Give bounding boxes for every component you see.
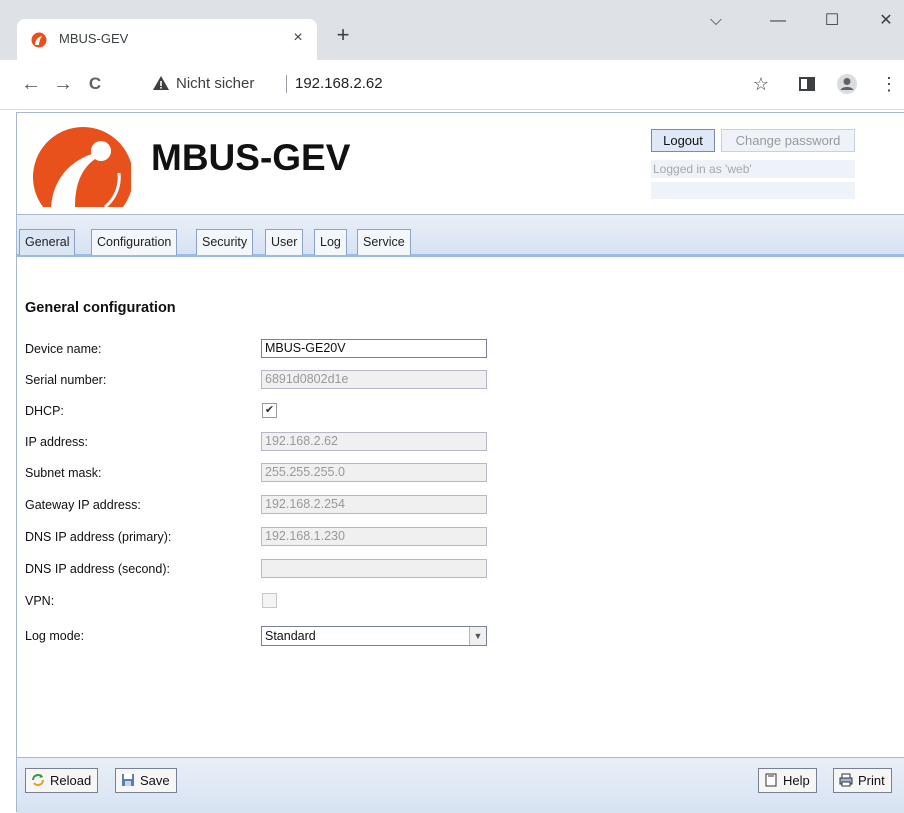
dns-second-label: DNS IP address (second): <box>25 562 170 576</box>
site-favicon-icon <box>31 32 47 48</box>
section-title: General configuration <box>25 300 176 316</box>
window-close-icon[interactable]: ✕ <box>876 11 896 31</box>
gateway-label: Gateway IP address: <box>25 498 141 512</box>
ip-address-field: 192.168.2.62 <box>261 432 487 451</box>
tab-search-icon[interactable]: ⌵ <box>706 11 726 31</box>
tab-configuration[interactable]: Configuration <box>91 229 178 255</box>
tab-user[interactable]: User <box>265 229 304 255</box>
back-icon[interactable]: ← <box>19 72 43 96</box>
print-button[interactable]: Print <box>833 768 892 793</box>
page-footer: Reload Save Help Print <box>17 757 904 813</box>
forward-icon[interactable]: → <box>51 72 75 96</box>
bookmark-star-icon[interactable]: ☆ <box>750 73 772 95</box>
dhcp-checkbox[interactable]: ✔ <box>262 403 277 418</box>
close-tab-icon[interactable]: × <box>287 27 309 49</box>
minimize-icon[interactable]: — <box>768 11 788 31</box>
change-password-button[interactable]: Change password <box>721 129 855 152</box>
device-name-label: Device name: <box>25 342 102 356</box>
tab-general[interactable]: General <box>19 229 76 255</box>
log-mode-select[interactable]: Standard ▼ <box>261 626 487 646</box>
brand-logo-icon <box>33 127 131 209</box>
help-document-icon <box>765 773 777 787</box>
browser-menu-icon[interactable]: ⋮ <box>878 73 900 95</box>
vpn-label: VPN: <box>25 594 55 608</box>
subnet-mask-field: 255.255.255.0 <box>261 463 487 482</box>
vpn-checkbox <box>262 593 277 608</box>
side-panel-icon[interactable] <box>796 73 818 95</box>
refresh-icon <box>32 774 44 786</box>
new-tab-icon[interactable]: + <box>332 24 354 46</box>
maximize-icon[interactable]: ☐ <box>822 11 842 31</box>
reload-icon[interactable]: C <box>83 72 107 96</box>
dropdown-arrow-icon[interactable]: ▼ <box>469 627 486 645</box>
help-label: Help <box>783 773 810 788</box>
general-config-panel: General configuration Device name: MBUS-… <box>17 257 904 757</box>
address-divider <box>286 75 287 93</box>
help-button[interactable]: Help <box>758 768 817 793</box>
address-bar[interactable]: Nicht sicher 192.168.2.62 <box>148 67 738 101</box>
tab-title: MBUS-GEV <box>59 31 129 46</box>
subnet-mask-label: Subnet mask: <box>25 466 102 480</box>
log-mode-value: Standard <box>265 629 316 643</box>
floppy-disk-icon <box>122 774 134 786</box>
security-label[interactable]: Nicht sicher <box>176 75 254 92</box>
status-bar-empty <box>651 182 855 199</box>
profile-avatar-icon[interactable] <box>836 73 858 95</box>
gateway-field: 192.168.2.254 <box>261 495 487 514</box>
save-label: Save <box>140 773 170 788</box>
reload-button[interactable]: Reload <box>25 768 99 793</box>
main-tabs: General Configuration Security User Log … <box>17 214 904 257</box>
reload-label: Reload <box>50 773 92 788</box>
serial-number-label: Serial number: <box>25 373 107 387</box>
page-header: MBUS-GEV Logout Change password Logged i… <box>17 113 904 214</box>
save-button[interactable]: Save <box>115 768 177 793</box>
serial-number-field: 6891d0802d1e <box>261 370 487 389</box>
logged-in-status: Logged in as 'web' <box>651 160 855 178</box>
brand-title: MBUS-GEV <box>151 137 351 178</box>
tab-log[interactable]: Log <box>314 229 347 255</box>
warning-icon <box>153 76 169 90</box>
url-text[interactable]: 192.168.2.62 <box>295 75 383 92</box>
tab-service[interactable]: Service <box>357 229 411 255</box>
browser-tabstrip: MBUS-GEV × + ⌵ — ☐ ✕ <box>0 0 904 60</box>
log-mode-label: Log mode: <box>25 629 85 643</box>
printer-icon <box>839 773 853 787</box>
browser-tab[interactable]: MBUS-GEV × <box>17 19 317 60</box>
ip-address-label: IP address: <box>25 435 89 449</box>
dns-primary-field: 192.168.1.230 <box>261 527 487 546</box>
dhcp-label: DHCP: <box>25 404 64 418</box>
device-name-input[interactable]: MBUS-GE20V <box>261 339 487 358</box>
browser-toolbar: ← → C Nicht sicher 192.168.2.62 ☆ ⋮ <box>0 60 904 110</box>
dns-primary-label: DNS IP address (primary): <box>25 530 172 544</box>
tab-security[interactable]: Security <box>196 229 254 255</box>
print-label: Print <box>858 773 885 788</box>
logout-button[interactable]: Logout <box>651 129 715 152</box>
web-page: MBUS-GEV Logout Change password Logged i… <box>16 112 904 813</box>
dns-second-field <box>261 559 487 578</box>
